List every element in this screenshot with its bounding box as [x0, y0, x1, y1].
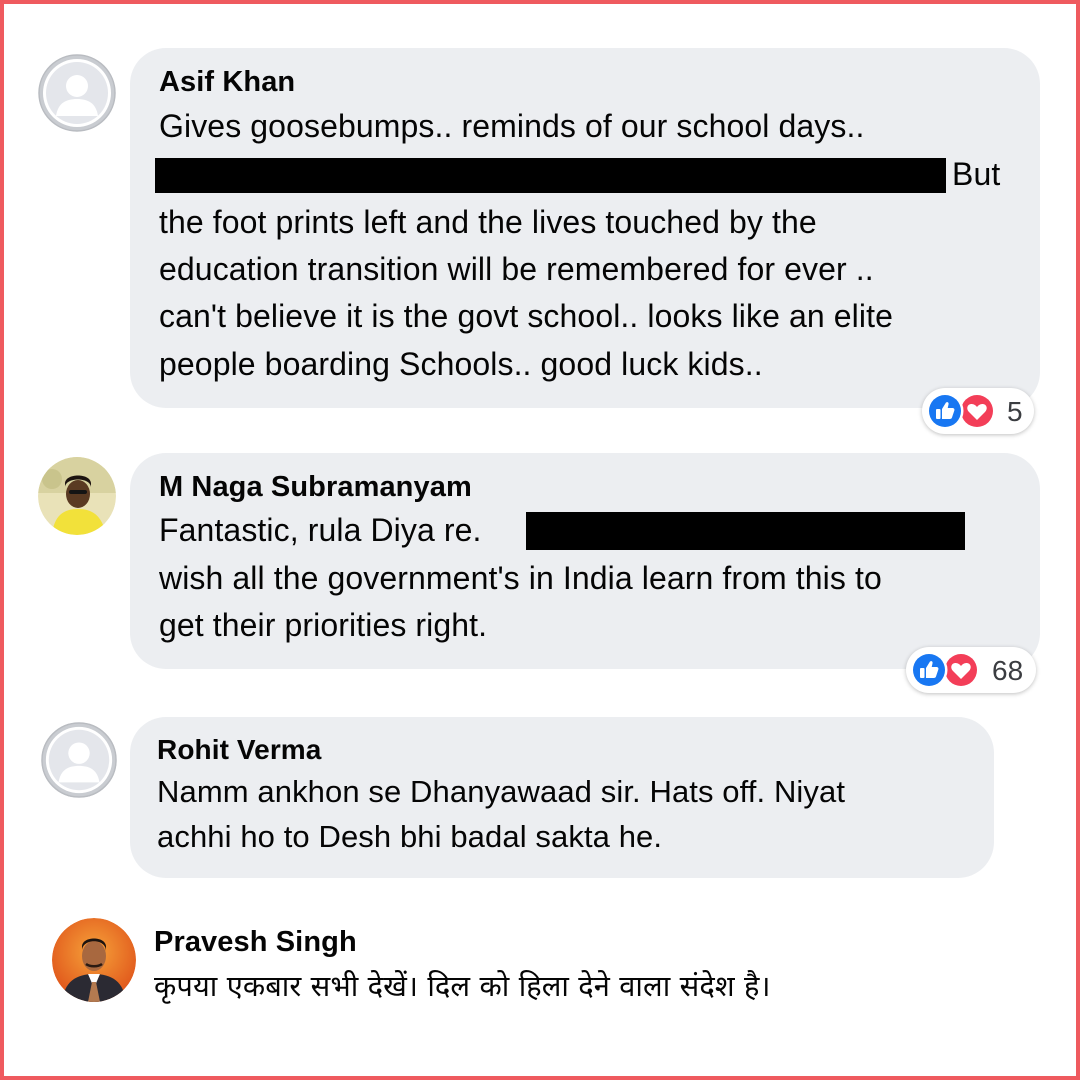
profile-photo-icon: [38, 457, 116, 535]
default-avatar-icon: [41, 722, 117, 798]
redaction-bar: [526, 512, 965, 550]
comment-text-line: the foot prints left and the lives touch…: [159, 204, 817, 240]
default-avatar-icon: [38, 54, 116, 132]
comment-text-line: कृपया एकबार सभी देखें। दिल को हिला देने …: [154, 969, 771, 1003]
comment-author[interactable]: Asif Khan: [159, 66, 295, 99]
comment-text-line: wish all the government's in India learn…: [159, 560, 882, 596]
comment-author[interactable]: M Naga Subramanyam: [159, 471, 472, 504]
comment-text-line: can't believe it is the govt school.. lo…: [159, 298, 893, 334]
avatar-asif-khan[interactable]: [38, 54, 116, 132]
reaction-count: 5: [1007, 396, 1023, 427]
reaction-count: 68: [992, 655, 1024, 686]
like-icon: [910, 651, 948, 689]
comment-text-line: people boarding Schools.. good luck kids…: [159, 346, 763, 382]
avatar-pravesh-singh[interactable]: [52, 918, 136, 1002]
reaction-summary[interactable]: 68: [906, 647, 1036, 693]
avatar-m-naga-subramanyam[interactable]: [38, 457, 116, 535]
comment-text-line: education transition will be remembered …: [159, 251, 874, 287]
comment-text-line: But: [952, 156, 1001, 192]
comment-text-line: achhi ho to Desh bhi badal sakta he.: [157, 819, 663, 854]
like-icon: [926, 392, 964, 430]
comment-text-line: Namm ankhon se Dhanyawaad sir. Hats off.…: [157, 774, 846, 809]
reaction-summary[interactable]: 5: [922, 388, 1034, 434]
comment-author[interactable]: Pravesh Singh: [154, 926, 357, 959]
comment-author[interactable]: Rohit Verma: [157, 734, 321, 766]
comment-text-line: get their priorities right.: [159, 607, 488, 643]
profile-photo-icon: [52, 918, 136, 1002]
avatar-rohit-verma[interactable]: [41, 722, 117, 798]
comment-text-line: Gives goosebumps.. reminds of our school…: [159, 108, 865, 144]
comment-text-line: Fantastic, rula Diya re.: [159, 512, 482, 548]
redaction-bar: [155, 158, 946, 193]
